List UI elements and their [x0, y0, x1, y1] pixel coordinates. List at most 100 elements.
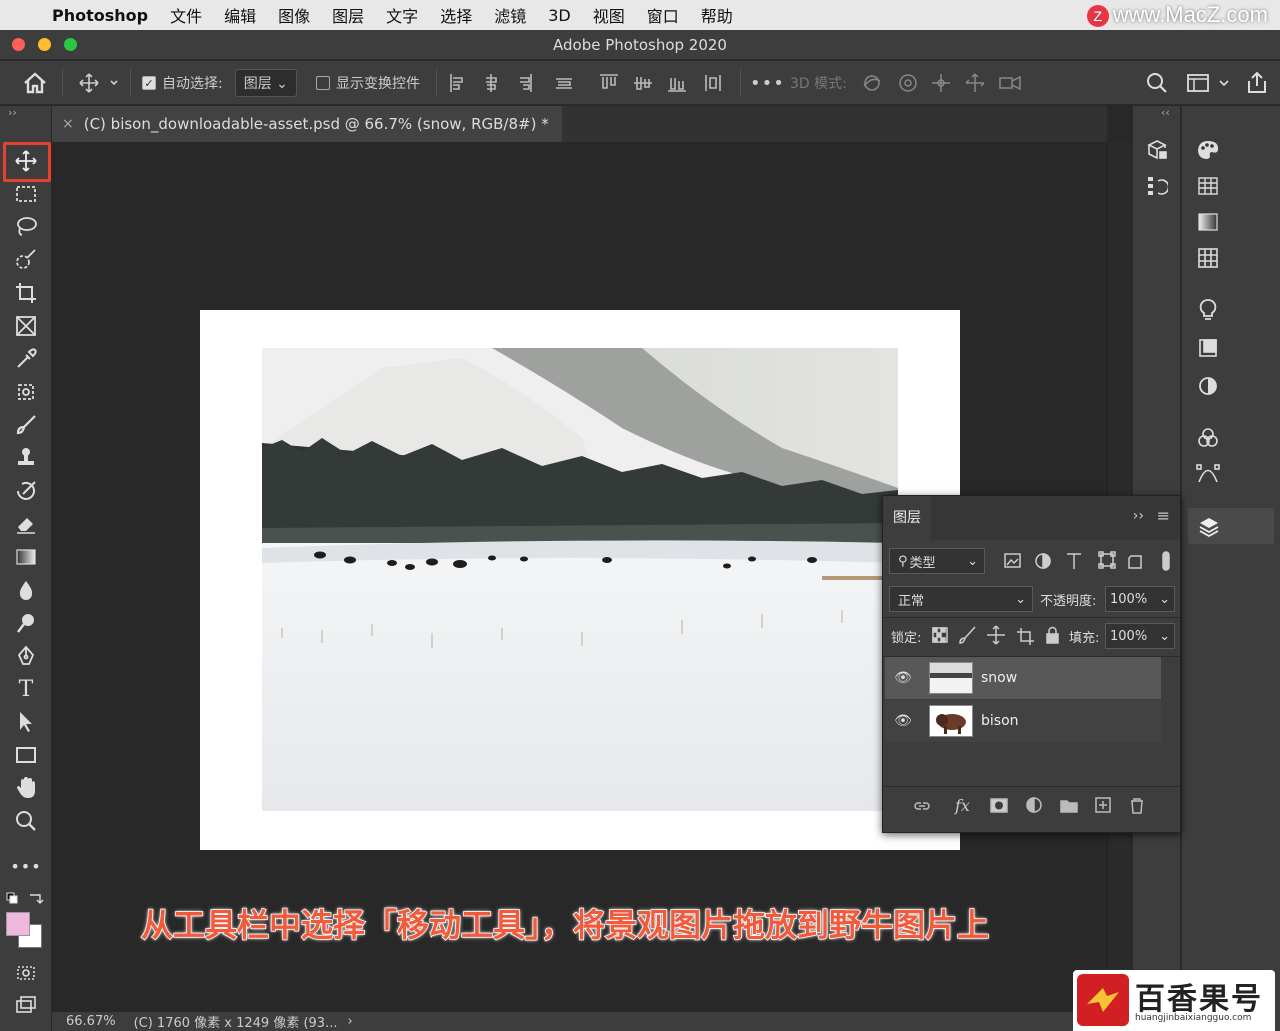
layer-row-bison[interactable]: 👁 bison: [885, 700, 1161, 742]
snow-landscape-image[interactable]: [262, 348, 898, 811]
chevron-down-icon[interactable]: ⌄: [1159, 629, 1170, 644]
layer-thumbnail-bison: [929, 705, 973, 737]
zoom-level[interactable]: 66.67%: [66, 1014, 116, 1029]
patterns-panel-icon[interactable]: [1194, 244, 1222, 272]
window-title: Adobe Photoshop 2020: [553, 36, 727, 54]
history-brush-tool-icon[interactable]: [8, 476, 44, 506]
panel-menu-icon[interactable]: ≡: [1157, 506, 1170, 525]
minimize-window-button[interactable]: [38, 38, 51, 51]
document-tab[interactable]: × (C) bison_downloadable-asset.psd @ 66.…: [52, 106, 562, 142]
layer-name-snow: snow: [981, 670, 1018, 686]
eye-icon[interactable]: 👁: [891, 670, 915, 686]
zoom-window-button[interactable]: [64, 38, 77, 51]
auto-select-checkbox[interactable]: ✓: [142, 76, 156, 90]
close-window-button[interactable]: [12, 38, 25, 51]
layer-filter-label: 类型: [909, 555, 936, 571]
libraries-panel-icon[interactable]: [1143, 136, 1171, 164]
menu-select[interactable]: 选择: [440, 3, 472, 27]
paths-panel-icon[interactable]: [1194, 460, 1222, 488]
share-icon[interactable]: [1245, 61, 1269, 105]
screen-mode-icon[interactable]: [8, 990, 44, 1020]
menu-view[interactable]: 视图: [593, 3, 625, 27]
type-tool-icon[interactable]: T: [8, 674, 44, 704]
brush-tool-icon[interactable]: [8, 410, 44, 440]
libraries-2-panel-icon[interactable]: [1194, 334, 1222, 362]
blend-mode-dropdown[interactable]: 正常 ⌄: [889, 586, 1033, 612]
tutorial-caption: 从工具栏中选择「移动工具」，将景观图片拖放到野牛图片上: [140, 905, 990, 945]
layers-panel-tab[interactable]: [1188, 508, 1274, 544]
watermark-z-icon: Z: [1086, 5, 1109, 28]
frame-tool-icon[interactable]: [8, 311, 44, 341]
eraser-tool-icon[interactable]: [8, 509, 44, 539]
title-bar: Adobe Photoshop 2020: [0, 30, 1280, 60]
menu-layer[interactable]: 图层: [332, 3, 364, 27]
blur-tool-icon[interactable]: [8, 575, 44, 605]
document-info[interactable]: (C) 1760 像素 x 1249 像素 (93...: [134, 1012, 338, 1031]
menu-3d[interactable]: 3D: [548, 6, 571, 25]
site-logo: 百香果号 huangjinbaixiangguo.com: [1073, 970, 1275, 1031]
home-icon[interactable]: [22, 61, 48, 105]
move-tool-preset-icon[interactable]: [78, 61, 118, 105]
zoom-tool-icon[interactable]: [8, 806, 44, 836]
rectangle-tool-icon[interactable]: [8, 740, 44, 770]
layer-row-snow[interactable]: 👁 snow: [885, 657, 1161, 699]
3d-mode-label: 3D 模式:: [790, 76, 847, 92]
color-panel-icon[interactable]: [1194, 136, 1222, 164]
quick-select-tool-icon[interactable]: [8, 245, 44, 275]
menu-image[interactable]: 图像: [278, 3, 310, 27]
menu-filter[interactable]: 滤镜: [494, 3, 526, 27]
search-icon[interactable]: [1146, 61, 1168, 105]
watermark-text: www.MacZ.com: [1112, 2, 1268, 27]
layer-filter-dropdown[interactable]: ⚲ 类型 ⌄: [889, 548, 985, 574]
swatches-panel-icon[interactable]: [1194, 172, 1222, 200]
workspace-icon[interactable]: [1186, 61, 1232, 105]
options-bar: ✓ 自动选择: 图层 ⌄ 显示变换控件 ••• 3D 模式:: [0, 61, 1280, 105]
collapse-dock-icon[interactable]: ‹‹: [1161, 106, 1170, 119]
adjustments-panel-icon[interactable]: [1194, 372, 1222, 400]
status-bar: 66.67% (C) 1760 像素 x 1249 像素 (93... ›: [52, 1012, 1132, 1031]
app-menu[interactable]: Photoshop: [52, 6, 148, 25]
chevron-down-icon: ⌄: [967, 553, 978, 569]
gradients-panel-icon[interactable]: [1194, 208, 1222, 236]
path-selection-tool-icon[interactable]: [8, 707, 44, 737]
gradient-tool-icon[interactable]: [8, 542, 44, 572]
layer-thumbnail-snow: [929, 662, 973, 694]
menu-help[interactable]: 帮助: [701, 3, 733, 27]
show-transform-checkbox[interactable]: [316, 76, 330, 90]
layers-panel-title[interactable]: 图层: [883, 496, 931, 540]
opacity-field[interactable]: 100% ⌄: [1105, 586, 1175, 612]
menu-window[interactable]: 窗口: [647, 3, 679, 27]
clone-stamp-tool-icon[interactable]: [8, 443, 44, 473]
menu-file[interactable]: 文件: [170, 3, 202, 27]
marquee-tool-icon[interactable]: [8, 179, 44, 209]
collapse-panel-icon[interactable]: ››: [1133, 508, 1144, 524]
fill-field[interactable]: 100% ⌄: [1105, 623, 1175, 649]
spot-healing-tool-icon[interactable]: [8, 377, 44, 407]
history-panel-icon[interactable]: [1143, 172, 1171, 200]
close-tab-icon[interactable]: ×: [62, 116, 74, 132]
chevron-down-icon[interactable]: ⌄: [1159, 592, 1170, 607]
logo-emblem-icon: [1077, 974, 1129, 1026]
more-options-icon[interactable]: •••: [750, 61, 785, 105]
crop-tool-icon[interactable]: [8, 278, 44, 308]
search-icon: ⚲: [898, 553, 908, 569]
channels-panel-icon[interactable]: [1194, 424, 1222, 452]
lasso-tool-icon[interactable]: [8, 212, 44, 242]
dodge-tool-icon[interactable]: [8, 608, 44, 638]
blend-mode-value: 正常: [898, 593, 925, 609]
hand-tool-icon[interactable]: [8, 773, 44, 803]
layer-filter-icons: [1001, 550, 1171, 576]
tools-panel: ›› T •••: [0, 106, 52, 1031]
collapse-toolbar-icon[interactable]: ››: [8, 106, 17, 119]
auto-select-target-dropdown[interactable]: 图层 ⌄: [234, 69, 297, 97]
move-tool-icon[interactable]: [8, 146, 44, 176]
quick-mask-icon[interactable]: [8, 958, 44, 988]
status-menu-arrow-icon[interactable]: ›: [347, 1014, 352, 1029]
pen-tool-icon[interactable]: [8, 641, 44, 671]
edit-toolbar-icon[interactable]: •••: [8, 851, 44, 881]
eyedropper-tool-icon[interactable]: [8, 344, 44, 374]
menu-edit[interactable]: 编辑: [224, 3, 256, 27]
menu-type[interactable]: 文字: [386, 3, 418, 27]
eye-icon[interactable]: 👁: [891, 713, 915, 729]
learn-panel-icon[interactable]: [1194, 296, 1222, 324]
